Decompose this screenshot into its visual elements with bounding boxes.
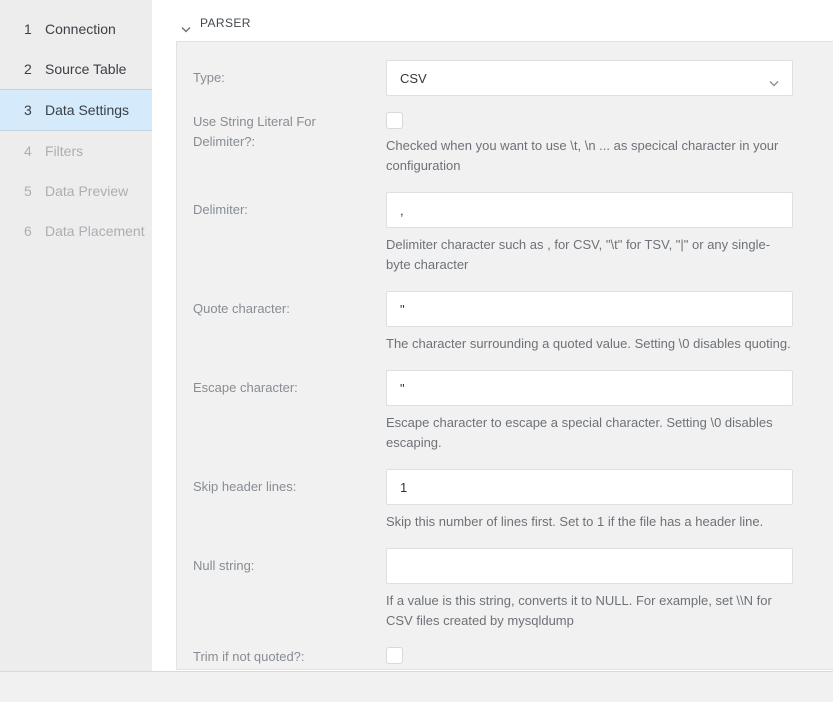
- step-label: Data Placement: [45, 223, 145, 239]
- sidebar-item-source-table[interactable]: 2Source Table: [0, 49, 152, 89]
- parser-section-title: PARSER: [200, 16, 251, 30]
- step-label: Data Settings: [45, 102, 129, 118]
- trim-if-not-quoted-checkbox[interactable]: [386, 647, 403, 664]
- skip-header-lines-help-text: Skip this number of lines first. Set to …: [386, 512, 793, 532]
- type-label: Type:: [193, 60, 386, 96]
- import-wizard-window: 1Connection2Source Table3Data Settings4F…: [0, 0, 833, 702]
- trim-if-not-quoted-label: Trim if not quoted?:: [193, 647, 386, 670]
- skip-header-lines-control: Skip this number of lines first. Set to …: [386, 469, 793, 532]
- main-content: PARSER Type: CSV Use String Literal For De…: [152, 0, 833, 671]
- type-select[interactable]: CSV: [386, 60, 793, 96]
- use-string-literal-control: Checked when you want to use \t, \n ... …: [386, 112, 793, 176]
- use-string-literal-checkbox[interactable]: [386, 112, 403, 129]
- escape-character-label: Escape character:: [193, 370, 386, 453]
- footer-bar: [0, 671, 833, 702]
- quote-character-input[interactable]: [386, 291, 793, 327]
- quote-character-label: Quote character:: [193, 291, 386, 354]
- skip-header-lines-input[interactable]: [386, 469, 793, 505]
- sidebar-item-data-preview: 5Data Preview: [0, 171, 152, 211]
- delimiter-control: Delimiter character such as , for CSV, "…: [386, 192, 793, 275]
- wizard-steps-sidebar: 1Connection2Source Table3Data Settings4F…: [0, 0, 152, 671]
- step-label: Data Preview: [45, 183, 128, 199]
- type-control: CSV: [386, 60, 793, 96]
- step-number: 6: [24, 223, 45, 239]
- escape-character-control: Escape character to escape a special cha…: [386, 370, 793, 453]
- step-number: 1: [24, 21, 45, 37]
- parser-section-header[interactable]: PARSER: [181, 16, 833, 30]
- delimiter-help-text: Delimiter character such as , for CSV, "…: [386, 235, 793, 275]
- escape-character-row: Escape character:Escape character to esc…: [193, 370, 793, 453]
- quote-character-control: The character surrounding a quoted value…: [386, 291, 793, 354]
- type-row: Type: CSV: [193, 60, 793, 96]
- type-selected-value: CSV: [400, 71, 427, 86]
- delimiter-input[interactable]: [386, 192, 793, 228]
- null-string-input[interactable]: [386, 548, 793, 584]
- null-string-help-text: If a value is this string, converts it t…: [386, 591, 793, 631]
- skip-header-lines-row: Skip header lines:Skip this number of li…: [193, 469, 793, 532]
- delimiter-label: Delimiter:: [193, 192, 386, 275]
- trim-if-not-quoted-row: Trim if not quoted?:Remove spaces of a v…: [193, 647, 793, 670]
- chevron-down-icon: [769, 75, 779, 82]
- quote-character-help-text: The character surrounding a quoted value…: [386, 334, 793, 354]
- step-label: Source Table: [45, 61, 126, 77]
- step-label: Connection: [45, 21, 116, 37]
- step-number: 4: [24, 143, 45, 159]
- trim-if-not-quoted-control: Remove spaces of a value if the value is…: [386, 647, 793, 670]
- use-string-literal-row: Use String Literal For Delimiter?:Checke…: [193, 112, 793, 176]
- step-number: 5: [24, 183, 45, 199]
- escape-character-help-text: Escape character to escape a special cha…: [386, 413, 793, 453]
- chevron-down-icon: [181, 20, 191, 27]
- sidebar-item-filters: 4Filters: [0, 131, 152, 171]
- step-number: 3: [24, 102, 45, 118]
- skip-header-lines-label: Skip header lines:: [193, 469, 386, 532]
- sidebar-item-data-placement: 6Data Placement: [0, 211, 152, 251]
- null-string-label: Null string:: [193, 548, 386, 631]
- null-string-row: Null string:If a value is this string, c…: [193, 548, 793, 631]
- sidebar-item-connection[interactable]: 1Connection: [0, 9, 152, 49]
- use-string-literal-help-text: Checked when you want to use \t, \n ... …: [386, 136, 793, 176]
- use-string-literal-label: Use String Literal For Delimiter?:: [193, 112, 386, 176]
- quote-character-row: Quote character:The character surroundin…: [193, 291, 793, 354]
- step-number: 2: [24, 61, 45, 77]
- sidebar-item-data-settings[interactable]: 3Data Settings: [0, 89, 152, 131]
- escape-character-input[interactable]: [386, 370, 793, 406]
- step-label: Filters: [45, 143, 83, 159]
- null-string-control: If a value is this string, converts it t…: [386, 548, 793, 631]
- parser-form-panel: Type: CSV Use String Literal For Delimiter…: [176, 41, 833, 670]
- delimiter-row: Delimiter:Delimiter character such as , …: [193, 192, 793, 275]
